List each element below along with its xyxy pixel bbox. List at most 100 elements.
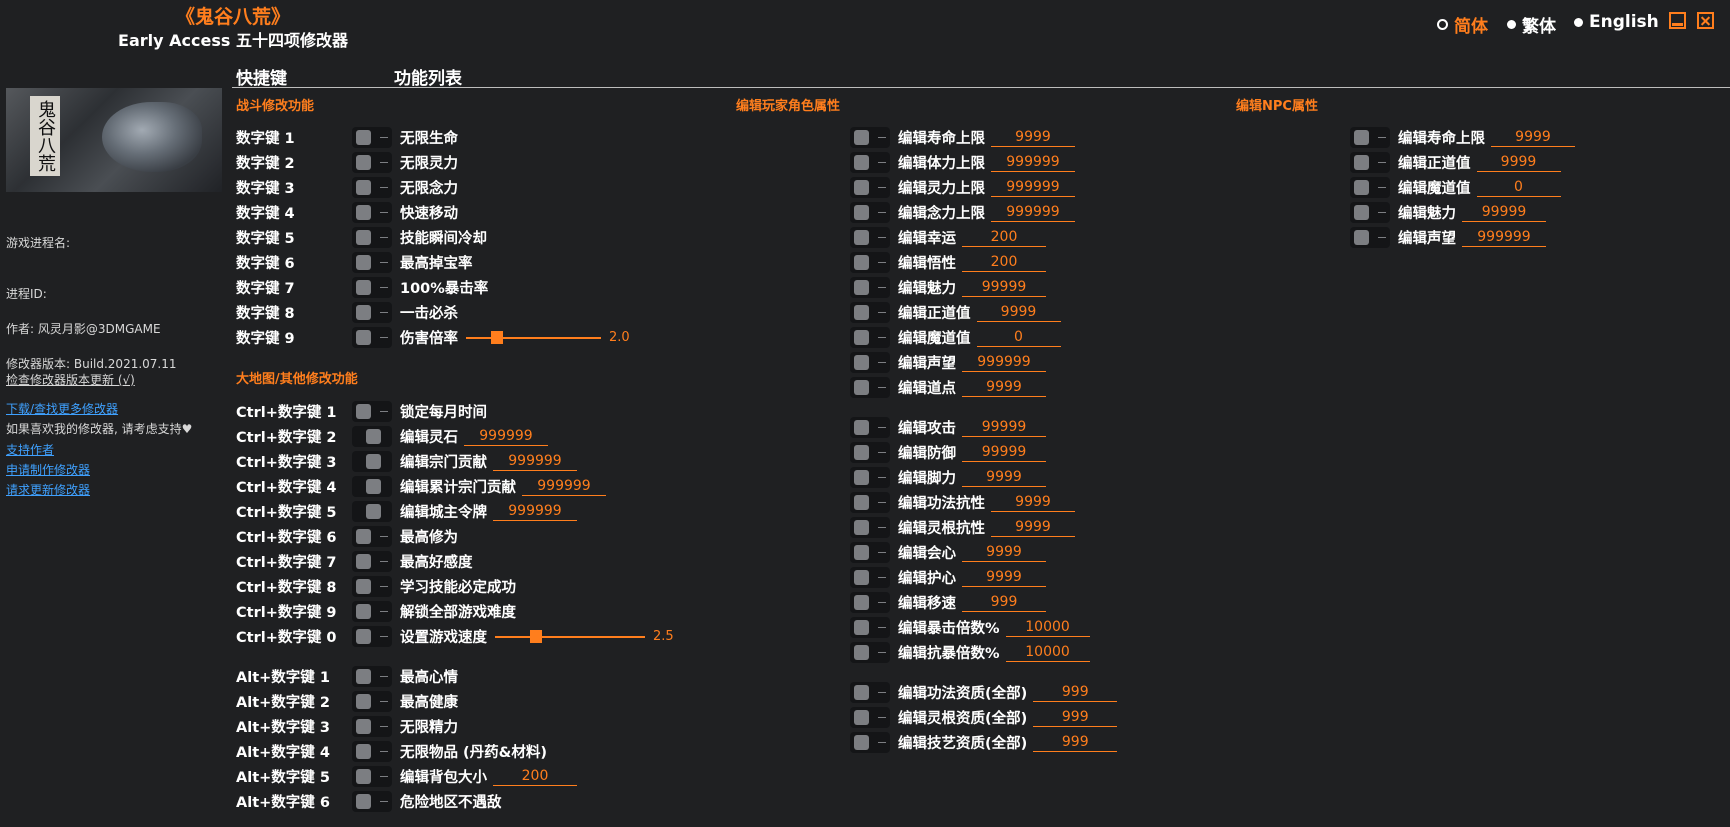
toggle-switch[interactable] [352, 716, 392, 737]
value-input[interactable]: 9999 [962, 469, 1046, 487]
toggle-switch[interactable] [850, 377, 890, 398]
value-input[interactable]: 9999 [991, 519, 1075, 537]
toggle-switch[interactable] [850, 227, 890, 248]
toggle-switch[interactable] [352, 451, 392, 472]
toggle-switch[interactable] [850, 542, 890, 563]
toggle-switch[interactable] [850, 152, 890, 173]
value-input[interactable]: 99999 [1462, 204, 1546, 222]
toggle-switch[interactable] [850, 707, 890, 728]
toggle-switch[interactable] [850, 417, 890, 438]
value-input[interactable]: 9999 [991, 129, 1075, 147]
toggle-switch[interactable] [850, 567, 890, 588]
value-input[interactable]: 999 [1033, 734, 1118, 752]
language-option-english[interactable]: English [1574, 12, 1659, 32]
close-button[interactable] [1697, 12, 1714, 29]
value-input[interactable]: 9999 [962, 544, 1046, 562]
value-input[interactable]: 999 [1033, 684, 1118, 702]
slider[interactable] [495, 629, 645, 644]
value-input[interactable]: 99999 [962, 444, 1046, 462]
toggle-switch[interactable] [352, 302, 392, 323]
value-input[interactable]: 999999 [493, 453, 577, 471]
toggle-switch[interactable] [850, 467, 890, 488]
toggle-switch[interactable] [850, 442, 890, 463]
toggle-switch[interactable] [352, 601, 392, 622]
download-more-link[interactable]: 下载/查找更多修改器 [6, 400, 118, 417]
toggle-switch[interactable] [850, 127, 890, 148]
toggle-switch[interactable] [850, 682, 890, 703]
value-input[interactable]: 999999 [493, 503, 577, 521]
toggle-switch[interactable] [1350, 227, 1390, 248]
toggle-switch[interactable] [352, 401, 392, 422]
toggle-switch[interactable] [352, 476, 392, 497]
support-author-link[interactable]: 支持作者 [6, 441, 54, 458]
toggle-switch[interactable] [352, 501, 392, 522]
value-input[interactable]: 200 [962, 254, 1046, 272]
toggle-switch[interactable] [352, 152, 392, 173]
value-input[interactable]: 999 [1033, 709, 1118, 727]
toggle-switch[interactable] [352, 252, 392, 273]
toggle-switch[interactable] [1350, 202, 1390, 223]
value-input[interactable]: 999999 [991, 179, 1075, 197]
minimize-button[interactable] [1669, 12, 1686, 29]
value-input[interactable]: 999999 [464, 428, 548, 446]
value-input[interactable]: 999999 [962, 354, 1046, 372]
toggle-switch[interactable] [850, 327, 890, 348]
value-input[interactable]: 200 [962, 229, 1046, 247]
value-input[interactable]: 999999 [1462, 229, 1546, 247]
value-input[interactable]: 999999 [991, 154, 1075, 172]
toggle-switch[interactable] [850, 642, 890, 663]
toggle-switch[interactable] [850, 352, 890, 373]
slider-thumb[interactable] [491, 330, 503, 344]
value-input[interactable]: 0 [1476, 179, 1561, 197]
toggle-switch[interactable] [352, 277, 392, 298]
toggle-switch[interactable] [352, 227, 392, 248]
toggle-switch[interactable] [352, 551, 392, 572]
toggle-switch[interactable] [352, 626, 392, 647]
toggle-switch[interactable] [352, 791, 392, 812]
value-input[interactable]: 10000 [1005, 644, 1090, 662]
toggle-switch[interactable] [352, 327, 392, 348]
value-input[interactable]: 9999 [991, 494, 1075, 512]
slider[interactable] [466, 330, 601, 345]
value-input[interactable]: 9999 [1476, 154, 1561, 172]
toggle-switch[interactable] [1350, 177, 1390, 198]
toggle-switch[interactable] [352, 127, 392, 148]
toggle-switch[interactable] [850, 732, 890, 753]
toggle-switch[interactable] [850, 177, 890, 198]
toggle-switch[interactable] [850, 277, 890, 298]
toggle-switch[interactable] [352, 766, 392, 787]
value-input[interactable]: 999999 [991, 204, 1075, 222]
toggle-switch[interactable] [850, 517, 890, 538]
check-update-link[interactable]: 检查修改器版本更新 (√) [6, 371, 135, 388]
request-update-link[interactable]: 请求更新修改器 [6, 481, 90, 498]
toggle-switch[interactable] [352, 177, 392, 198]
value-input[interactable]: 0 [976, 329, 1061, 347]
toggle-switch[interactable] [352, 576, 392, 597]
toggle-switch[interactable] [1350, 152, 1390, 173]
language-option-traditional[interactable]: 繁体 [1507, 12, 1556, 37]
language-option-simplified[interactable]: 简体 [1437, 12, 1488, 37]
value-input[interactable]: 9999 [962, 569, 1046, 587]
slider-thumb[interactable] [530, 629, 542, 643]
value-input[interactable]: 9999 [962, 379, 1046, 397]
toggle-switch[interactable] [352, 526, 392, 547]
request-make-link[interactable]: 申请制作修改器 [6, 461, 90, 478]
toggle-switch[interactable] [352, 666, 392, 687]
toggle-switch[interactable] [850, 252, 890, 273]
value-input[interactable]: 200 [493, 768, 577, 786]
toggle-switch[interactable] [850, 617, 890, 638]
value-input[interactable]: 99999 [962, 279, 1046, 297]
toggle-switch[interactable] [352, 741, 392, 762]
toggle-switch[interactable] [850, 302, 890, 323]
toggle-switch[interactable] [850, 202, 890, 223]
toggle-switch[interactable] [1350, 127, 1390, 148]
value-input[interactable]: 999 [962, 594, 1046, 612]
value-input[interactable]: 9999 [1491, 129, 1575, 147]
value-input[interactable]: 9999 [976, 304, 1061, 322]
toggle-switch[interactable] [352, 202, 392, 223]
toggle-switch[interactable] [850, 592, 890, 613]
toggle-switch[interactable] [850, 492, 890, 513]
toggle-switch[interactable] [352, 426, 392, 447]
toggle-switch[interactable] [352, 691, 392, 712]
value-input[interactable]: 99999 [962, 419, 1046, 437]
